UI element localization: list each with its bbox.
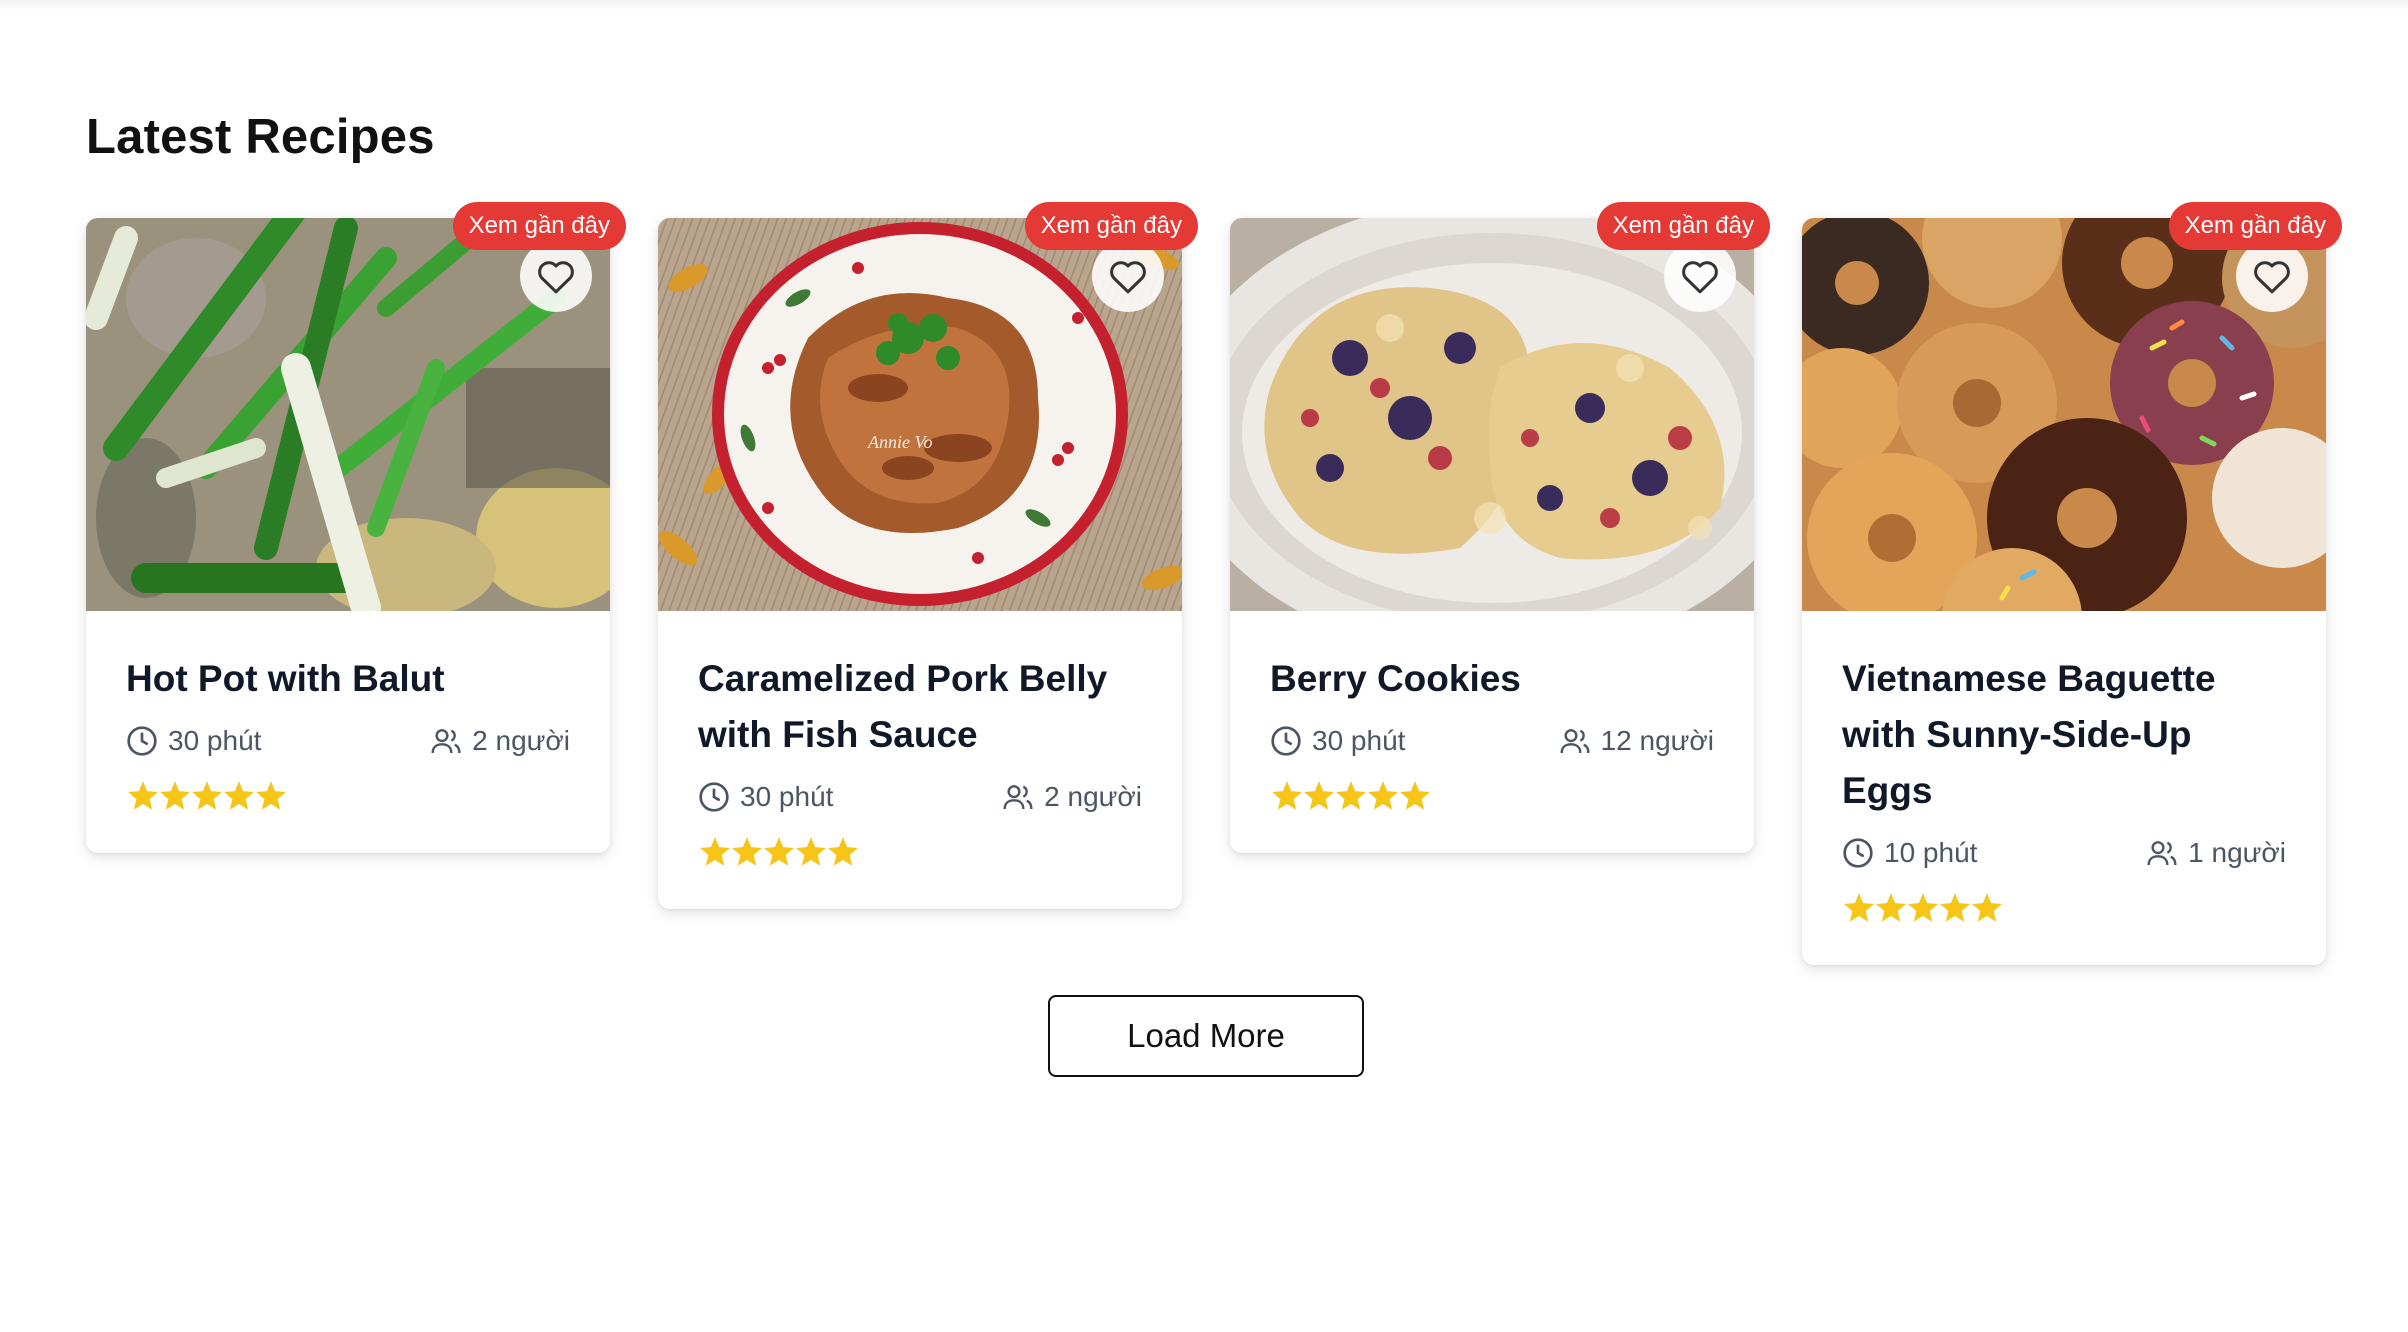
recipe-card-body: Berry Cookies 30 phút 12 người xyxy=(1230,611,1754,853)
recipe-title[interactable]: Hot Pot with Balut xyxy=(126,651,570,707)
image-watermark: Annie Vo xyxy=(867,432,933,452)
heart-icon xyxy=(1110,261,1146,294)
star-icon xyxy=(256,781,286,810)
clock-icon xyxy=(1843,838,1873,868)
star-icon xyxy=(1908,893,1938,922)
star-icon xyxy=(128,781,158,810)
recently-viewed-badge: Xem gần đây xyxy=(1596,202,1770,250)
star-icon xyxy=(1368,781,1398,810)
favorite-button[interactable] xyxy=(1092,240,1164,312)
recipe-card[interactable]: Xem gần đây xyxy=(1802,202,2342,965)
users-icon xyxy=(1560,729,1590,754)
header-shadow xyxy=(0,0,2408,10)
recipe-image[interactable] xyxy=(1230,218,1754,611)
star-icon xyxy=(732,837,762,866)
recipe-card-body: Hot Pot with Balut 30 phút 2 người xyxy=(86,611,610,853)
servings: 1 người xyxy=(2146,833,2286,873)
heart-icon xyxy=(538,261,574,294)
clock-icon xyxy=(1271,726,1301,756)
servings: 12 người xyxy=(1559,721,1714,761)
rating-stars xyxy=(1842,891,2286,925)
recently-viewed-badge: Xem gần đây xyxy=(2168,202,2342,250)
clock-icon xyxy=(699,782,729,812)
cook-time: 10 phút xyxy=(1842,833,1977,873)
users-icon xyxy=(431,729,461,754)
star-icon xyxy=(1844,893,1874,922)
recipe-meta: 30 phút 12 người xyxy=(1270,721,1714,761)
servings: 2 người xyxy=(1002,777,1142,817)
favorite-button[interactable] xyxy=(2236,240,2308,312)
servings-value: 12 người xyxy=(1600,725,1714,756)
users-icon xyxy=(2147,841,2177,866)
servings-value: 1 người xyxy=(2188,837,2286,868)
star-icon xyxy=(796,837,826,866)
section-title: Latest Recipes xyxy=(86,110,435,164)
servings-value: 2 người xyxy=(1044,781,1142,812)
recipe-card[interactable]: Xem gần đây xyxy=(1230,202,1770,853)
star-icon xyxy=(224,781,254,810)
recipe-meta: 30 phút 2 người xyxy=(126,721,570,761)
cook-time-value: 30 phút xyxy=(1312,725,1406,756)
recipe-card[interactable]: Xem gần đây xyxy=(86,202,626,853)
star-icon xyxy=(764,837,794,866)
recipe-card-body: Vietnamese Baguette with Sunny-Side-Up E… xyxy=(1802,611,2326,965)
rating-stars xyxy=(1270,779,1714,813)
star-icon xyxy=(1272,781,1302,810)
star-icon xyxy=(1336,781,1366,810)
rating-stars xyxy=(698,835,1142,869)
star-icon xyxy=(1972,893,2002,922)
latest-recipes-section: Latest Recipes Xem gần đây Hot Pot with … xyxy=(86,100,2342,965)
star-icon xyxy=(828,837,858,866)
recently-viewed-badge: Xem gần đây xyxy=(452,202,626,250)
recipe-title[interactable]: Caramelized Pork Belly with Fish Sauce xyxy=(698,651,1142,763)
load-more-button[interactable]: Load More xyxy=(1048,995,1364,1077)
star-icon xyxy=(1940,893,1970,922)
recipe-image[interactable]: Annie Vo xyxy=(658,218,1182,611)
cook-time-value: 10 phút xyxy=(1884,837,1978,868)
heart-icon xyxy=(2254,261,2290,294)
servings: 2 người xyxy=(430,721,570,761)
star-icon xyxy=(192,781,222,810)
recipe-meta: 10 phút 1 người xyxy=(1842,833,2286,873)
favorite-button[interactable] xyxy=(520,240,592,312)
cook-time-value: 30 phút xyxy=(168,725,262,756)
servings-value: 2 người xyxy=(472,725,570,756)
star-icon xyxy=(700,837,730,866)
clock-icon xyxy=(127,726,157,756)
recipe-image[interactable] xyxy=(1802,218,2326,611)
star-icon xyxy=(160,781,190,810)
recipe-title[interactable]: Berry Cookies xyxy=(1270,651,1714,707)
favorite-button[interactable] xyxy=(1664,240,1736,312)
star-icon xyxy=(1400,781,1430,810)
star-icon xyxy=(1304,781,1334,810)
recipe-grid: Xem gần đây Hot Pot with Balut 30 phút 2… xyxy=(86,202,2342,965)
cook-time: 30 phút xyxy=(126,721,261,761)
cook-time: 30 phút xyxy=(1270,721,1405,761)
cook-time: 30 phút xyxy=(698,777,833,817)
recipe-meta: 30 phút 2 người xyxy=(698,777,1142,817)
users-icon xyxy=(1003,785,1033,810)
heart-icon xyxy=(1682,261,1718,294)
recipe-card-body: Caramelized Pork Belly with Fish Sauce 3… xyxy=(658,611,1182,909)
recipe-image[interactable] xyxy=(86,218,610,611)
recipe-card[interactable]: Xem gần đây xyxy=(658,202,1198,909)
cook-time-value: 30 phút xyxy=(740,781,834,812)
star-icon xyxy=(1876,893,1906,922)
recipe-title[interactable]: Vietnamese Baguette with Sunny-Side-Up E… xyxy=(1842,651,2286,819)
rating-stars xyxy=(126,779,570,813)
recently-viewed-badge: Xem gần đây xyxy=(1024,202,1198,250)
